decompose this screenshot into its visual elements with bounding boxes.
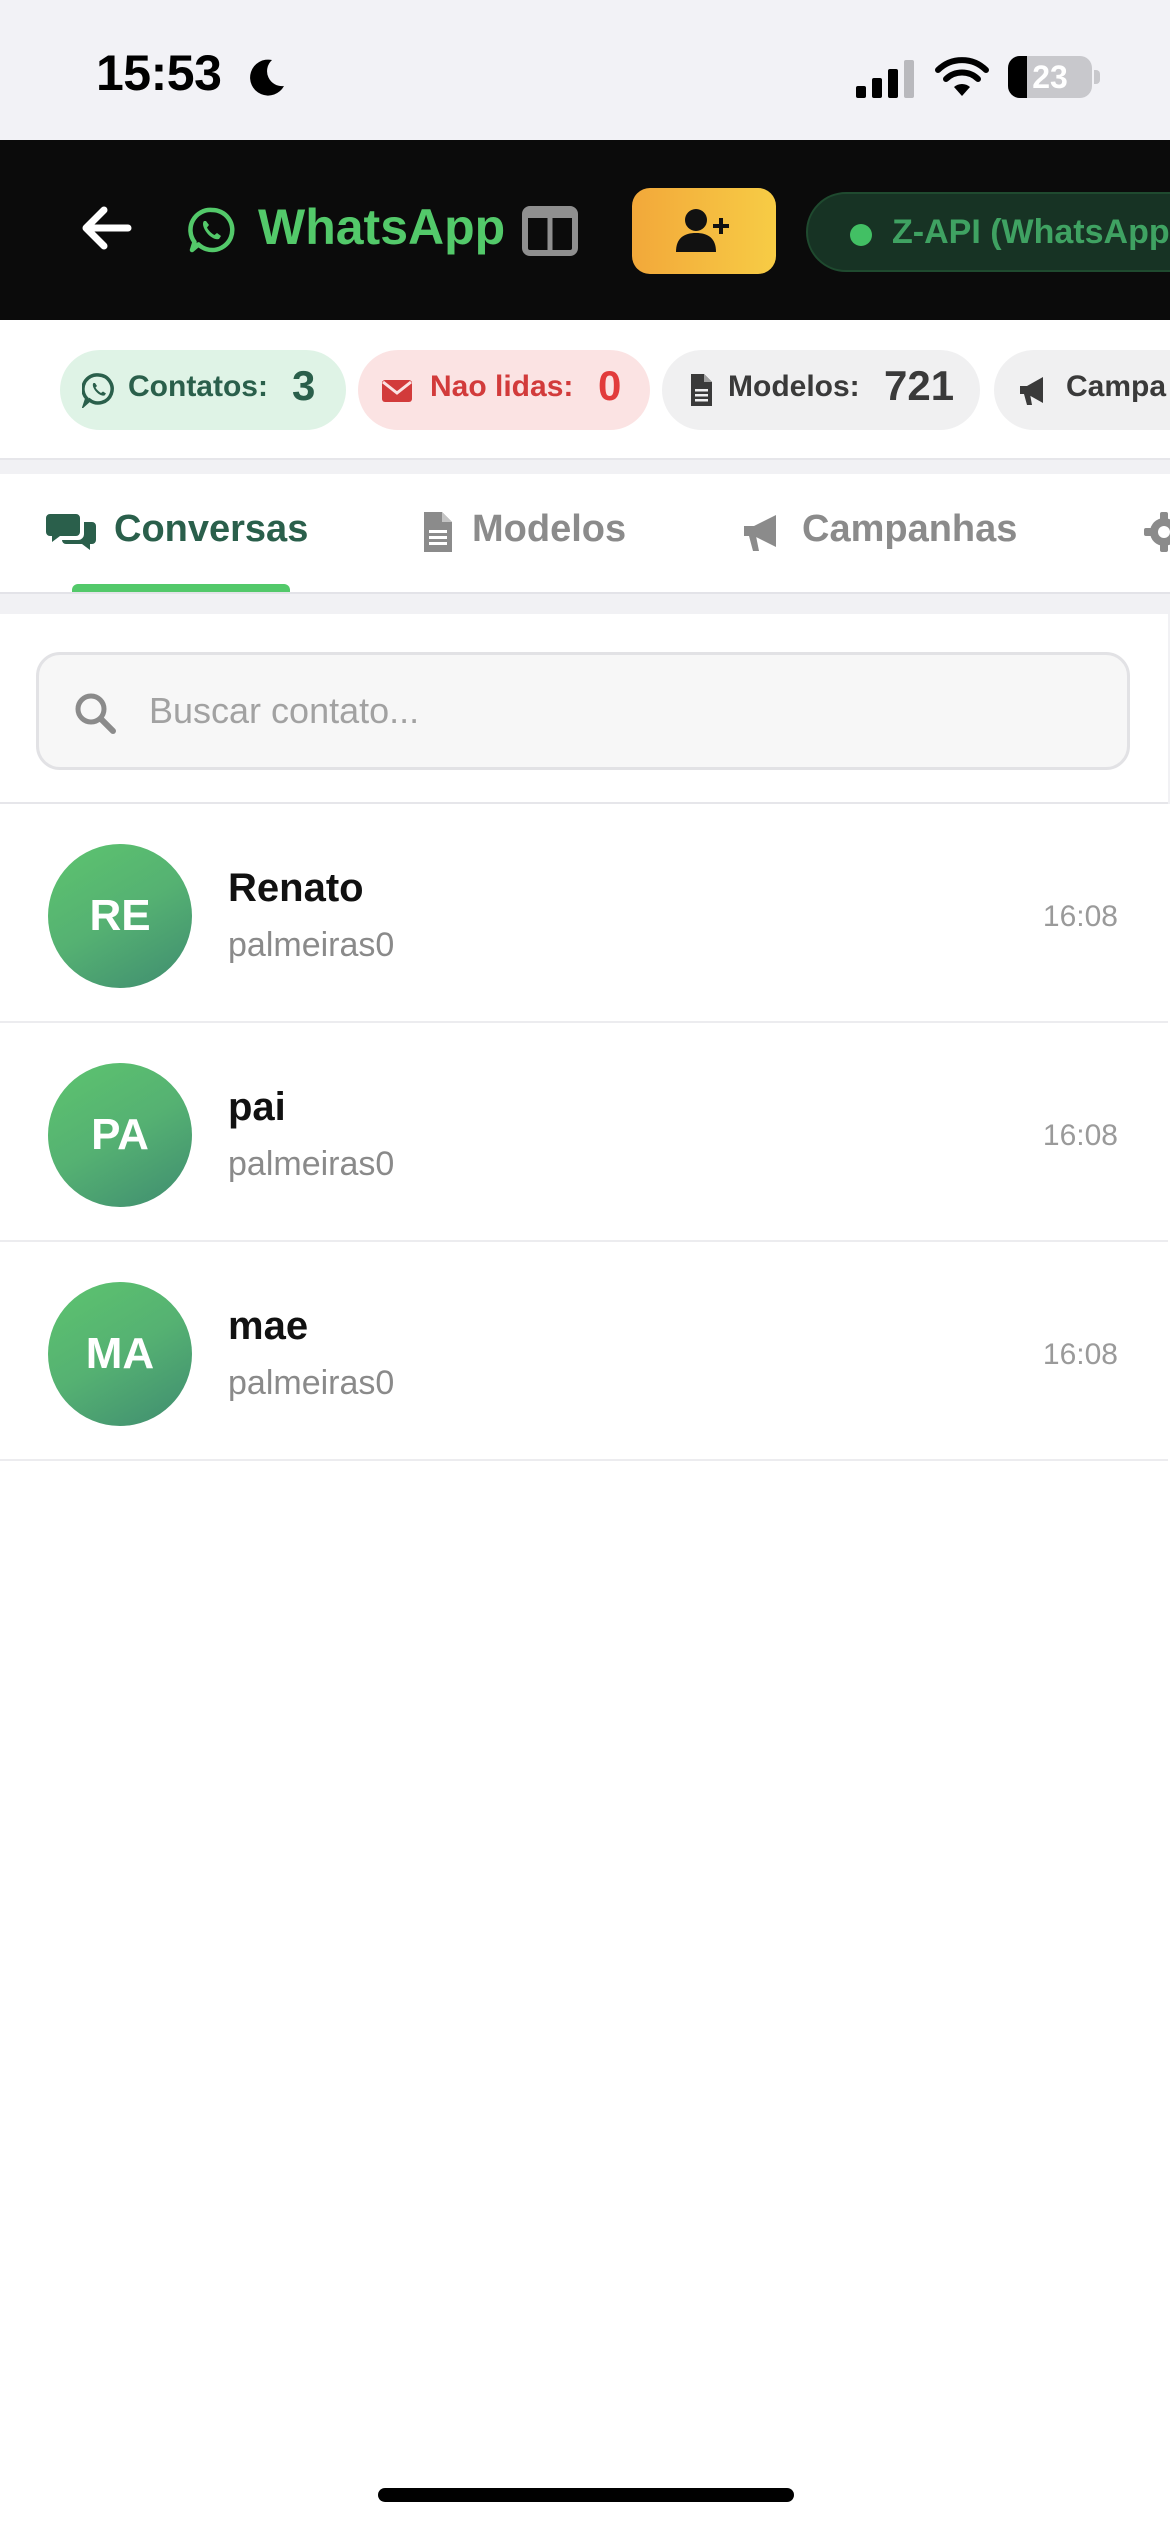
tab-conversas[interactable]: Conversas — [44, 474, 344, 592]
connection-status-badge[interactable]: Z-API (WhatsApp — [806, 192, 1170, 272]
signal-icon — [856, 60, 914, 98]
search-box[interactable] — [36, 652, 1130, 770]
connection-status-label: Z-API (WhatsApp — [892, 213, 1170, 251]
contact-name: mae — [228, 1304, 309, 1348]
tab-settings[interactable] — [1142, 474, 1170, 592]
tab-modelos-label: Modelos — [472, 508, 627, 550]
conversation-item[interactable]: MA mae palmeiras0 16:08 — [0, 1242, 1168, 1461]
gear-icon — [1144, 512, 1170, 552]
stat-chip-models[interactable]: Modelos: 721 — [662, 350, 980, 430]
conversation-item[interactable]: RE Renato palmeiras0 16:08 — [0, 804, 1168, 1023]
avatar: RE — [48, 844, 192, 988]
envelope-icon — [382, 380, 412, 402]
stat-campaigns-label: Campa — [1066, 370, 1167, 403]
megaphone-icon — [744, 515, 776, 551]
tab-campanhas[interactable]: Campanhas — [740, 474, 1060, 592]
battery-icon: 23 — [1008, 56, 1092, 98]
search-card — [0, 614, 1168, 804]
search-icon — [75, 693, 116, 734]
tab-bar: Conversas Modelos Campanhas — [0, 474, 1170, 594]
app-screen: 15:53 23 WhatsApp Z-API (WhatsApp Contat… — [0, 0, 1170, 2532]
stat-chip-unread[interactable]: Nao lidas: 0 — [358, 350, 650, 430]
add-contact-button[interactable] — [632, 188, 776, 274]
last-message-preview: palmeiras0 — [228, 1145, 395, 1183]
section-divider — [0, 460, 1170, 474]
whatsapp-icon — [188, 207, 235, 253]
status-bar: 15:53 23 — [0, 0, 1170, 140]
stat-unread-label: Nao lidas: — [430, 370, 574, 403]
stat-unread-value: 0 — [598, 362, 622, 409]
avatar: PA — [48, 1063, 192, 1207]
conversation-item[interactable]: PA pai palmeiras0 16:08 — [0, 1023, 1168, 1242]
stat-chip-campaigns[interactable]: Campa — [994, 350, 1170, 430]
moon-icon — [250, 59, 284, 96]
whatsapp-icon — [82, 373, 114, 408]
battery-percentage: 23 — [1032, 59, 1068, 95]
message-time: 16:08 — [1042, 1119, 1118, 1152]
status-time: 15:53 — [96, 45, 222, 101]
chat-bubbles-icon — [46, 514, 96, 550]
app-header: WhatsApp Z-API (WhatsApp — [0, 140, 1170, 320]
columns-layout-icon[interactable] — [522, 206, 578, 256]
wifi-icon — [935, 57, 989, 96]
contact-name: Renato — [228, 866, 364, 910]
stat-chip-contacts[interactable]: Contatos: 3 — [60, 350, 346, 430]
add-user-icon — [676, 209, 729, 252]
contact-name: pai — [228, 1085, 286, 1129]
conversation-list: RE Renato palmeiras0 16:08 PA pai palmei… — [0, 804, 1168, 1461]
last-message-preview: palmeiras0 — [228, 926, 395, 964]
app-title: WhatsApp — [258, 199, 506, 255]
search-input[interactable] — [149, 679, 1089, 743]
tab-campanhas-label: Campanhas — [802, 508, 1018, 550]
last-message-preview: palmeiras0 — [228, 1364, 395, 1402]
connection-status-dot — [850, 224, 872, 246]
stat-contacts-value: 3 — [292, 362, 316, 409]
avatar: MA — [48, 1282, 192, 1426]
stat-models-value: 721 — [884, 362, 955, 409]
back-arrow-icon[interactable] — [78, 200, 134, 256]
tab-modelos[interactable]: Modelos — [420, 474, 660, 592]
stat-models-label: Modelos: — [728, 370, 860, 403]
home-indicator[interactable] — [378, 2488, 794, 2502]
message-time: 16:08 — [1042, 900, 1118, 933]
battery-cap — [1094, 70, 1100, 84]
avatar-initials: PA — [91, 1110, 149, 1159]
avatar-initials: RE — [89, 891, 151, 940]
document-icon — [691, 374, 712, 406]
search-section — [0, 594, 1170, 804]
tab-conversas-label: Conversas — [114, 508, 309, 550]
megaphone-icon — [1020, 377, 1043, 405]
message-time: 16:08 — [1042, 1338, 1118, 1371]
stats-bar: Contatos: 3 Nao lidas: 0 Modelos: 721 Ca… — [0, 320, 1170, 460]
active-tab-indicator — [72, 584, 290, 592]
document-icon — [424, 512, 452, 552]
stat-contacts-label: Contatos: — [128, 370, 268, 403]
avatar-initials: MA — [85, 1329, 155, 1378]
